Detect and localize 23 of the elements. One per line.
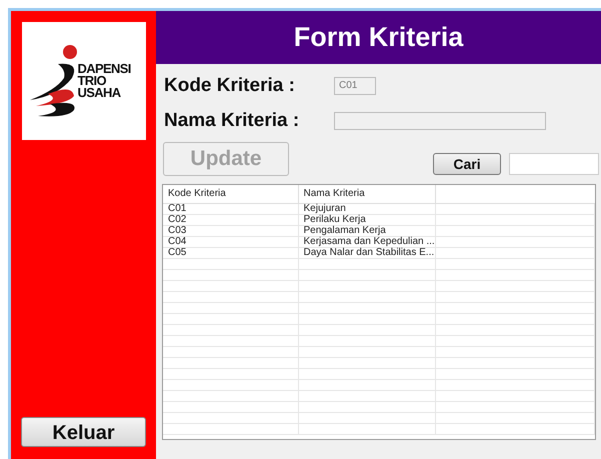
- table-cell: Kerjasama dan Kepedulian ...: [298, 236, 436, 247]
- table-cell: C04: [163, 236, 298, 247]
- search-button[interactable]: Cari: [433, 153, 501, 175]
- table-cell: Perilaku Kerja: [298, 214, 436, 225]
- column-header[interactable]: Kode Kriteria: [163, 185, 298, 203]
- table-cell: C02: [163, 214, 298, 225]
- table-cell: C05: [163, 247, 298, 258]
- logo-text: TRIO: [78, 75, 106, 87]
- window-title: Form Kriteria: [294, 21, 464, 54]
- table-cell: Kejujuran: [298, 203, 436, 214]
- exit-button[interactable]: Keluar: [21, 417, 146, 447]
- field-label: Nama Kriteria :: [164, 108, 300, 133]
- search-field[interactable]: [509, 153, 599, 175]
- field-label: Kode Kriteria :: [164, 74, 296, 98]
- table-cell: Pengalaman Kerja: [298, 225, 436, 236]
- table-cell: Daya Nalar dan Stabilitas E...: [298, 247, 436, 258]
- logo-text: DAPENSI: [78, 63, 131, 75]
- swoosh-icon: [28, 44, 80, 118]
- column-header[interactable]: Nama Kriteria: [298, 185, 436, 203]
- table-cell: C03: [163, 225, 298, 236]
- table-cell: C01: [163, 203, 298, 214]
- input-field[interactable]: [334, 112, 546, 130]
- logo-text: USAHA: [78, 87, 122, 99]
